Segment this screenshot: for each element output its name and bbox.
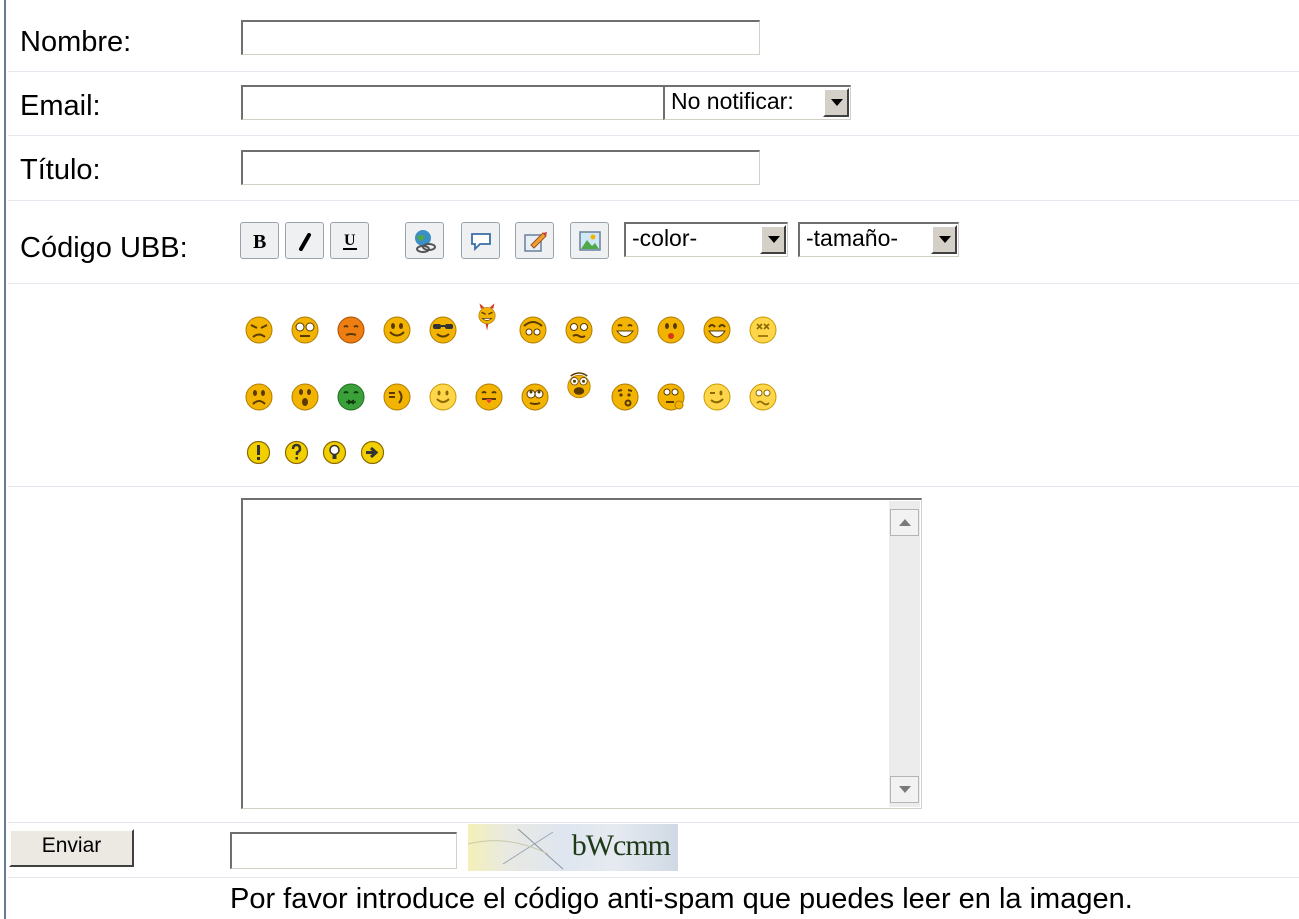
- sad-icon[interactable]: [244, 382, 274, 412]
- email-input[interactable]: [241, 85, 671, 120]
- name-input[interactable]: [241, 20, 760, 55]
- link-button[interactable]: [405, 222, 444, 259]
- size-select[interactable]: -tamaño-: [798, 222, 959, 257]
- notify-select-value: No notificar:: [671, 88, 794, 114]
- chevron-down-icon[interactable]: [823, 88, 849, 117]
- thinking-icon[interactable]: [656, 382, 686, 412]
- confused-icon[interactable]: [564, 315, 594, 345]
- scroll-up-icon[interactable]: [890, 509, 919, 536]
- vertical-scrollbar[interactable]: [889, 501, 920, 807]
- underline-button[interactable]: U: [330, 222, 369, 259]
- left-border: [4, 0, 6, 919]
- angry-icon[interactable]: [244, 315, 274, 345]
- captcha-image: bWcmm: [468, 824, 678, 871]
- submit-button[interactable]: Enviar: [9, 829, 134, 867]
- blush-icon[interactable]: [336, 315, 366, 345]
- quote-icon: [470, 232, 491, 251]
- row-separator: [8, 486, 1299, 487]
- image-button[interactable]: [570, 222, 609, 259]
- laugh-icon[interactable]: [702, 315, 732, 345]
- scroll-down-icon[interactable]: [890, 776, 919, 803]
- exclamation-icon[interactable]: [246, 440, 271, 465]
- ubb-label: Código UBB:: [20, 232, 188, 264]
- name-label: Nombre:: [20, 26, 132, 58]
- devil-icon[interactable]: [472, 302, 502, 332]
- italic-button[interactable]: [285, 222, 324, 259]
- notify-select[interactable]: No notificar:: [663, 85, 851, 120]
- message-textarea[interactable]: [241, 498, 922, 809]
- svg-text:B: B: [253, 231, 266, 253]
- email-label: Email:: [20, 90, 101, 122]
- size-select-value: -tamaño-: [806, 225, 899, 251]
- kiss-icon[interactable]: [656, 315, 686, 345]
- sunglasses-icon[interactable]: [428, 315, 458, 345]
- happy-icon[interactable]: [428, 382, 458, 412]
- row-separator: [8, 877, 1299, 878]
- arrow-icon[interactable]: [360, 440, 385, 465]
- bold-icon: B: [253, 231, 266, 253]
- cool-eyes-icon[interactable]: [290, 315, 320, 345]
- row-separator: [8, 283, 1299, 284]
- bold-button[interactable]: B: [240, 222, 279, 259]
- title-input[interactable]: [241, 150, 760, 185]
- quote-button[interactable]: [461, 222, 500, 259]
- row-separator: [8, 200, 1299, 201]
- sick-icon[interactable]: [336, 382, 366, 412]
- smile-icon[interactable]: [382, 315, 412, 345]
- italic-icon: [298, 232, 311, 251]
- image-icon: [578, 230, 601, 251]
- svg-text:U: U: [344, 232, 356, 249]
- dizzy-icon[interactable]: [748, 315, 778, 345]
- worried-icon[interactable]: [748, 382, 778, 412]
- surprised-icon[interactable]: [564, 370, 594, 400]
- chevron-down-icon[interactable]: [931, 225, 957, 254]
- underline-icon: U: [342, 232, 357, 250]
- captcha-text: bWcmm: [571, 829, 671, 862]
- tongue-icon[interactable]: [474, 382, 504, 412]
- idea-icon[interactable]: [322, 440, 347, 465]
- grin-icon[interactable]: [610, 315, 640, 345]
- color-select[interactable]: -color-: [624, 222, 788, 257]
- edit-icon: [523, 231, 547, 252]
- sleepy-icon[interactable]: [518, 315, 548, 345]
- neutral-icon[interactable]: [382, 382, 412, 412]
- title-label: Título:: [20, 154, 101, 186]
- whistle-icon[interactable]: [610, 382, 640, 412]
- captcha-notice: Por favor introduce el código anti-spam …: [230, 883, 1133, 915]
- edit-button[interactable]: [515, 222, 554, 259]
- row-separator: [8, 71, 1299, 72]
- question-icon[interactable]: [284, 440, 309, 465]
- rolleyes-icon[interactable]: [520, 382, 550, 412]
- link-icon: [414, 229, 436, 253]
- color-select-value: -color-: [632, 225, 698, 251]
- row-separator: [8, 822, 1299, 823]
- captcha-input[interactable]: [230, 832, 457, 869]
- row-separator: [8, 135, 1299, 136]
- chevron-down-icon[interactable]: [760, 225, 786, 254]
- wink-icon[interactable]: [702, 382, 732, 412]
- shocked-icon[interactable]: [290, 382, 320, 412]
